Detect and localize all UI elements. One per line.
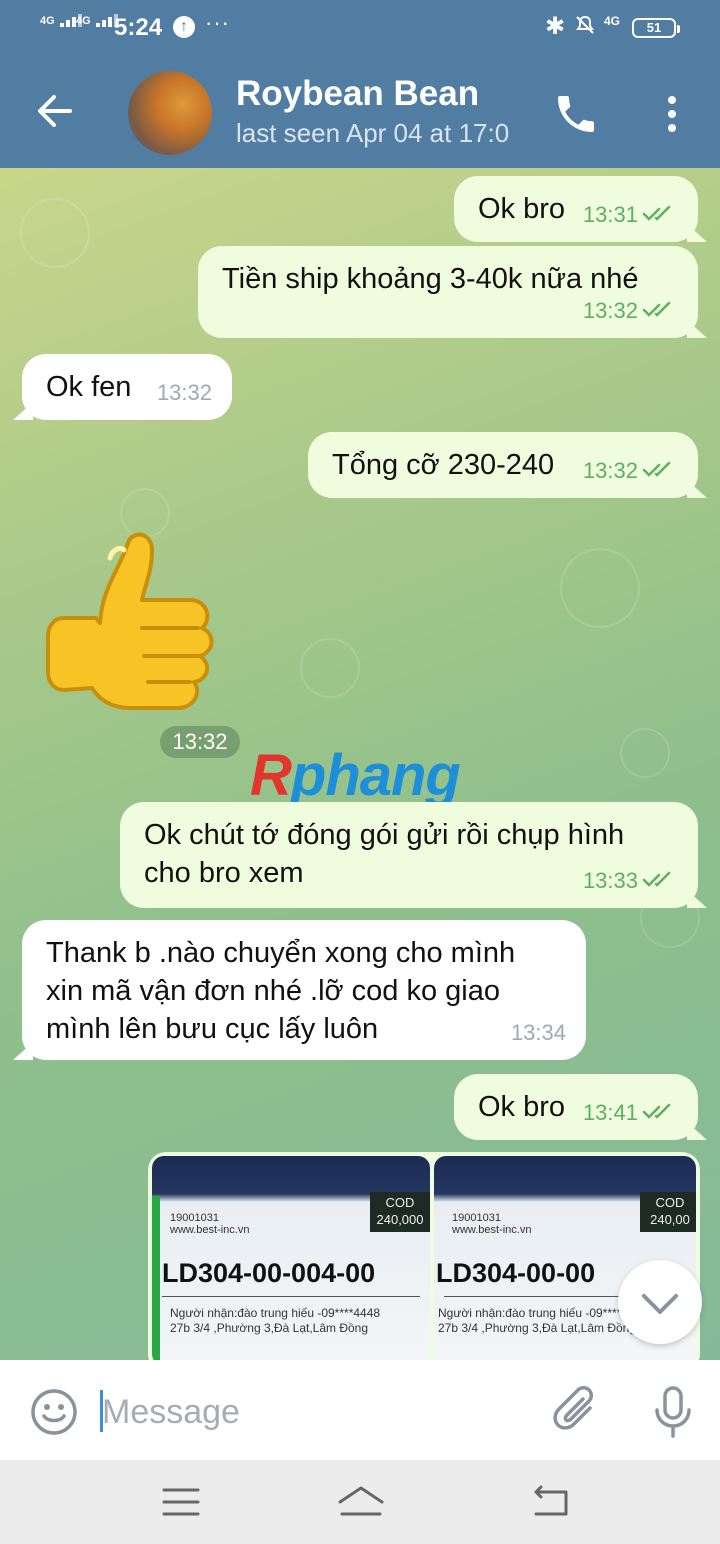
- message-time: 13:33: [582, 868, 638, 893]
- incoming-message[interactable]: Ok fen 13:32: [22, 354, 232, 420]
- scroll-to-bottom-button[interactable]: [618, 1260, 702, 1344]
- paperclip-icon[interactable]: [552, 1384, 602, 1440]
- bluetooth-icon: ✱: [545, 13, 566, 40]
- clock: 5:24: [114, 14, 163, 41]
- message-text-line: cho bro xem: [144, 857, 304, 889]
- home-icon[interactable]: [336, 1480, 386, 1524]
- message-time: 13:32: [156, 380, 212, 405]
- message-text-line: Ok chút tớ đóng gói gửi rồi chụp hình: [144, 819, 625, 851]
- arrow-left-icon[interactable]: [30, 86, 80, 136]
- last-seen-status: last seen Apr 04 at 17:0: [236, 118, 510, 148]
- recipient-address: 27b 3/4 ,Phường 3,Đà Lạt,Lâm Đồng: [438, 1321, 637, 1335]
- message-time: 13:32: [582, 298, 638, 323]
- message-text-line: xin mã vận đơn nhé .lỡ cod ko giao: [46, 975, 500, 1007]
- label-site: 19001031 www.best-inc.vn: [170, 1212, 249, 1236]
- shipping-label-photo[interactable]: 19001031 www.best-inc.vn COD 240,000 LD304…: [152, 1156, 430, 1360]
- watermark-letter: R: [250, 743, 292, 808]
- message-composer: [0, 1360, 720, 1460]
- cod-box: COD 240,00: [640, 1192, 696, 1232]
- message-text: Tiền ship khoảng 3-40k nữa nhé: [222, 263, 639, 295]
- microphone-icon[interactable]: [650, 1384, 696, 1440]
- message-text-line: mình lên bưu cục lấy luôn: [46, 1013, 379, 1045]
- menu-icon[interactable]: [156, 1480, 206, 1524]
- upload-icon: ↑: [173, 16, 195, 38]
- double-check-icon: [642, 871, 671, 887]
- chevron-down-icon: [642, 1294, 678, 1314]
- signal-label: 4G: [76, 15, 91, 27]
- contact-name[interactable]: Roybean Bean: [236, 74, 479, 114]
- message-time: 13:32: [582, 458, 638, 483]
- signal-label: 4G: [40, 15, 55, 27]
- message-text-line: Thank b .nào chuyển xong cho mình: [46, 937, 516, 969]
- outgoing-message[interactable]: Ok bro 13:31: [454, 176, 698, 242]
- message-time: 13:41: [582, 1100, 638, 1125]
- message-input[interactable]: [102, 1384, 522, 1440]
- label-hotline: 19001031: [170, 1212, 219, 1224]
- tracking-number: LD304-00-004-00: [162, 1258, 376, 1288]
- chat-area[interactable]: Ok bro 13:31 Tiền ship khoảng 3-40k nữa …: [0, 168, 720, 1360]
- cod-value: 240,00: [650, 1212, 690, 1227]
- message-meta: 13:31: [583, 196, 678, 234]
- recipient-info: Người nhận:đào trung hiếu -09****4448 27b…: [170, 1306, 380, 1336]
- message-meta: 13:33: [583, 862, 678, 900]
- tracking-number: LD304-00-00: [436, 1258, 596, 1288]
- cod-value: 240,000: [376, 1212, 424, 1227]
- more-vertical-icon[interactable]: [660, 92, 684, 136]
- recipient-name: Người nhận:đào trung hiếu -09****: [438, 1306, 622, 1320]
- double-check-icon: [642, 1103, 671, 1119]
- message-meta: 13:41: [583, 1094, 678, 1132]
- incoming-message[interactable]: Thank b .nào chuyển xong cho mình xin mã…: [22, 920, 586, 1060]
- label-website: www.best-inc.vn: [170, 1224, 250, 1236]
- status-bar: 4G 4G 5:24 ↑ ··· ✱ 4G 51: [0, 0, 720, 56]
- message-meta: 13:32: [583, 292, 678, 330]
- chat-header: Roybean Bean last seen Apr 04 at 17:0: [0, 56, 720, 168]
- watermark-rest: phang: [290, 743, 461, 808]
- message-text: Ok bro: [478, 1091, 566, 1123]
- label-website: www.best-inc.vn: [452, 1224, 532, 1236]
- watermark-logo: Rphang: [250, 742, 461, 809]
- outgoing-message[interactable]: Ok bro 13:41: [454, 1074, 698, 1140]
- double-check-icon: [642, 461, 671, 477]
- recipient-address: 27b 3/4 ,Phường 3,Đà Lạt,Lâm Đồng: [170, 1321, 369, 1335]
- back-nav-icon[interactable]: [526, 1480, 576, 1524]
- outgoing-message[interactable]: Ok chút tớ đóng gói gửi rồi chụp hình ch…: [120, 802, 698, 908]
- cod-label: COD: [385, 1195, 415, 1210]
- message-time: 13:34: [510, 1020, 566, 1045]
- cod-box: COD 240,000: [370, 1192, 430, 1232]
- sticker-time: 13:32: [160, 726, 240, 758]
- system-navigation-bar: [0, 1460, 720, 1544]
- outgoing-message[interactable]: Tiền ship khoảng 3-40k nữa nhé 13:32: [198, 246, 698, 338]
- phone-icon[interactable]: [552, 90, 600, 138]
- network-type: 4G: [604, 14, 621, 28]
- emoji-icon[interactable]: [30, 1388, 78, 1436]
- thumbs-up-sticker[interactable]: [40, 528, 230, 718]
- cod-label: COD: [655, 1195, 685, 1210]
- label-site: 19001031 www.best-inc.vn: [452, 1212, 531, 1236]
- message-meta: 13:32: [583, 452, 678, 490]
- message-time: 13:31: [582, 202, 638, 227]
- label-hotline: 19001031: [452, 1212, 501, 1224]
- more-notifications-icon: ···: [205, 10, 230, 35]
- double-check-icon: [642, 301, 671, 317]
- recipient-name: Người nhận:đào trung hiếu -09****4448: [170, 1306, 381, 1320]
- battery-icon: 51: [632, 18, 680, 38]
- recipient-info: Người nhận:đào trung hiếu -09**** 27b 3/4…: [438, 1306, 636, 1336]
- message-text: Ok fen: [46, 371, 132, 403]
- outgoing-message[interactable]: Tổng cỡ 230-240 13:32: [308, 432, 698, 498]
- message-text: Ok bro: [478, 193, 566, 225]
- mute-icon: [574, 14, 596, 42]
- double-check-icon: [642, 205, 671, 221]
- avatar[interactable]: [128, 71, 212, 155]
- message-text: Tổng cỡ 230-240: [332, 449, 555, 481]
